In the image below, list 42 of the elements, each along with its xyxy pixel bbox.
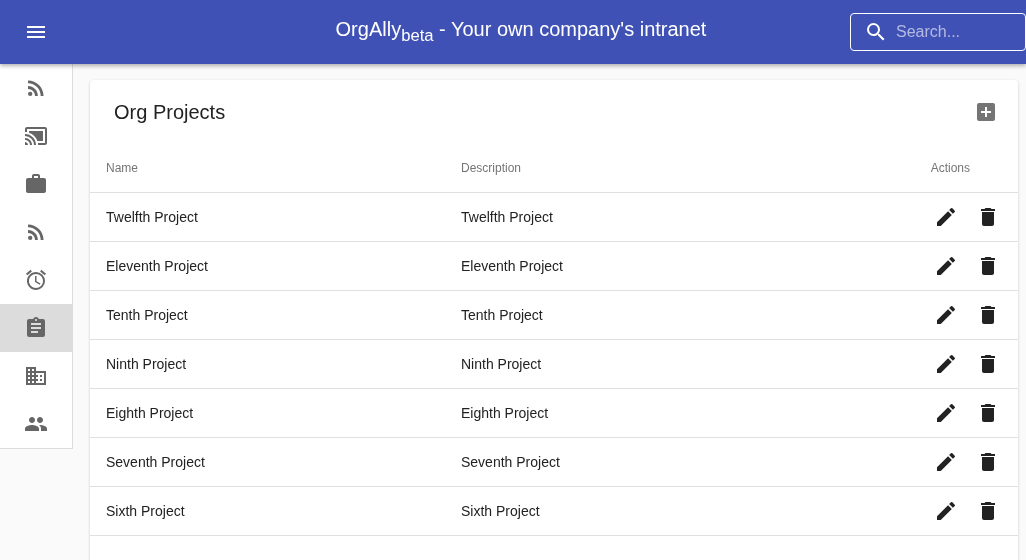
table-cell-text: Seventh Project	[461, 454, 561, 470]
app-title: OrgAlly$_{beta}$ - Your own company's intranet	[334, 18, 708, 46]
clipboard-icon	[24, 316, 48, 340]
table-cell-text: Twelfth Project	[461, 209, 554, 225]
column-header: Actions	[930, 161, 971, 175]
edit-button[interactable]	[934, 450, 958, 474]
edit-button[interactable]	[934, 205, 958, 229]
add-button[interactable]	[974, 100, 998, 124]
edit-button[interactable]	[934, 254, 958, 278]
briefcase-icon	[24, 172, 48, 196]
sidebar-item[interactable]	[0, 304, 72, 352]
column-header: Description	[461, 161, 523, 175]
table-cell-text: Tenth Project	[461, 307, 544, 323]
table-cell-text: Twelfth Project	[106, 209, 199, 225]
building-icon	[24, 364, 48, 388]
table-cell-text: Seventh Project	[106, 454, 206, 470]
table-cell-text: Tenth Project	[106, 307, 189, 323]
edit-button[interactable]	[934, 352, 958, 376]
table-cell-text: Eleventh Project	[461, 258, 564, 274]
card-title: Org Projects	[114, 100, 226, 124]
table-cell-text: Eleventh Project	[106, 258, 209, 274]
table-cell-text: Ninth Project	[106, 356, 188, 372]
alarm-clock-icon	[24, 268, 48, 292]
pencil-icon	[934, 499, 958, 523]
edit-button[interactable]	[934, 499, 958, 523]
search-field[interactable]: Search...	[850, 13, 1026, 51]
pencil-icon	[934, 401, 958, 425]
table-cell-text: Eighth Project	[106, 405, 195, 421]
pencil-icon	[934, 205, 958, 229]
pencil-icon	[934, 450, 958, 474]
table-cell-text: Eighth Project	[461, 405, 550, 421]
edit-button[interactable]	[934, 401, 958, 425]
edit-button[interactable]	[934, 303, 958, 327]
table-cell-text: Sixth Project	[461, 503, 541, 519]
table-cell-text: Sixth Project	[106, 503, 186, 519]
plus-icon	[974, 100, 998, 124]
pencil-icon	[934, 254, 958, 278]
column-header: Name	[106, 161, 139, 175]
pencil-icon	[934, 303, 958, 327]
table-cell-text: Ninth Project	[461, 356, 543, 372]
pencil-icon	[934, 352, 958, 376]
cast-icon	[24, 124, 48, 148]
